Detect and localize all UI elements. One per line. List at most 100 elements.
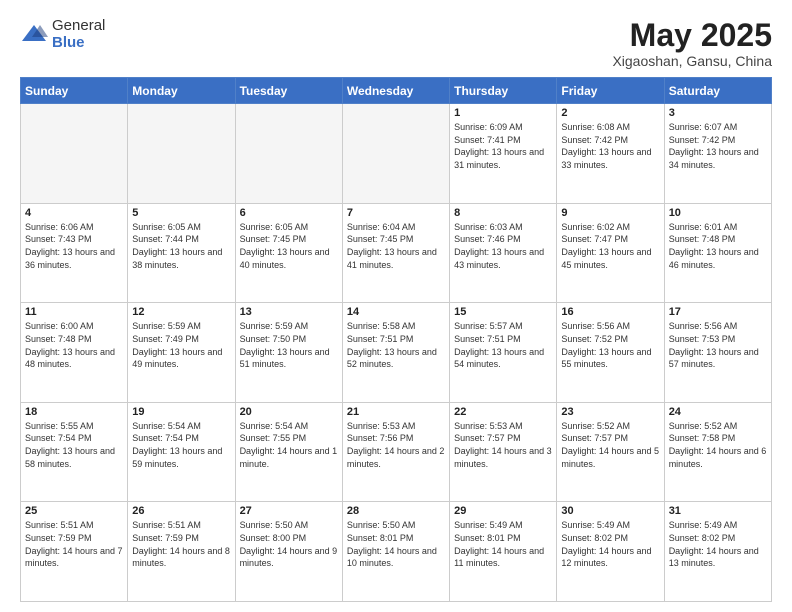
day-number: 15 [454,306,552,318]
table-row: 7 Sunrise: 6:04 AM Sunset: 7:45 PM Daylig… [342,203,449,303]
day-info: Sunrise: 5:54 AM Sunset: 7:55 PM Dayligh… [240,420,338,470]
table-row: 9 Sunrise: 6:02 AM Sunset: 7:47 PM Daylig… [557,203,664,303]
day-info: Sunrise: 5:51 AM Sunset: 7:59 PM Dayligh… [132,519,230,569]
col-wednesday: Wednesday [342,78,449,104]
day-info: Sunrise: 5:54 AM Sunset: 7:54 PM Dayligh… [132,420,230,470]
day-number: 27 [240,505,338,517]
day-number: 20 [240,406,338,418]
day-number: 1 [454,107,552,119]
table-row: 6 Sunrise: 6:05 AM Sunset: 7:45 PM Daylig… [235,203,342,303]
day-info: Sunrise: 5:49 AM Sunset: 8:01 PM Dayligh… [454,519,552,569]
day-number: 7 [347,207,445,219]
day-info: Sunrise: 6:06 AM Sunset: 7:43 PM Dayligh… [25,221,123,271]
table-row: 24 Sunrise: 5:52 AM Sunset: 7:58 PM Dayli… [664,402,771,502]
day-number: 11 [25,306,123,318]
table-row: 26 Sunrise: 5:51 AM Sunset: 7:59 PM Dayli… [128,502,235,602]
day-info: Sunrise: 5:52 AM Sunset: 7:57 PM Dayligh… [561,420,659,470]
logo-text: General Blue [52,18,105,51]
day-info: Sunrise: 6:04 AM Sunset: 7:45 PM Dayligh… [347,221,445,271]
logo-icon [20,21,48,49]
day-number: 31 [669,505,767,517]
day-number: 14 [347,306,445,318]
day-number: 3 [669,107,767,119]
day-number: 26 [132,505,230,517]
day-info: Sunrise: 5:56 AM Sunset: 7:53 PM Dayligh… [669,320,767,370]
day-number: 6 [240,207,338,219]
logo-blue-text: Blue [52,35,105,52]
col-tuesday: Tuesday [235,78,342,104]
day-info: Sunrise: 5:58 AM Sunset: 7:51 PM Dayligh… [347,320,445,370]
day-number: 22 [454,406,552,418]
table-row: 25Sunrise: 5:51 AM Sunset: 7:59 PM Dayli… [21,502,128,602]
day-info: Sunrise: 6:07 AM Sunset: 7:42 PM Dayligh… [669,121,767,171]
table-row: 10Sunrise: 6:01 AM Sunset: 7:48 PM Dayli… [664,203,771,303]
table-row [342,104,449,204]
day-info: Sunrise: 5:49 AM Sunset: 8:02 PM Dayligh… [669,519,767,569]
table-row: 13 Sunrise: 5:59 AM Sunset: 7:50 PM Dayli… [235,303,342,403]
day-number: 5 [132,207,230,219]
table-row [235,104,342,204]
day-info: Sunrise: 6:03 AM Sunset: 7:46 PM Dayligh… [454,221,552,271]
table-row: 22 Sunrise: 5:53 AM Sunset: 7:57 PM Dayli… [450,402,557,502]
day-info: Sunrise: 5:59 AM Sunset: 7:49 PM Dayligh… [132,320,230,370]
table-row: 28 Sunrise: 5:50 AM Sunset: 8:01 PM Dayli… [342,502,449,602]
day-info: Sunrise: 5:57 AM Sunset: 7:51 PM Dayligh… [454,320,552,370]
col-friday: Friday [557,78,664,104]
table-row: 16 Sunrise: 5:56 AM Sunset: 7:52 PM Dayli… [557,303,664,403]
title-area: May 2025 Xigaoshan, Gansu, China [612,18,772,69]
table-row: 17 Sunrise: 5:56 AM Sunset: 7:53 PM Dayli… [664,303,771,403]
day-number: 17 [669,306,767,318]
table-row: 29 Sunrise: 5:49 AM Sunset: 8:01 PM Dayli… [450,502,557,602]
location-subtitle: Xigaoshan, Gansu, China [612,53,772,69]
table-row: 12 Sunrise: 5:59 AM Sunset: 7:49 PM Dayli… [128,303,235,403]
table-row: 30 Sunrise: 5:49 AM Sunset: 8:02 PM Dayli… [557,502,664,602]
table-row: 4Sunrise: 6:06 AM Sunset: 7:43 PM Daylig… [21,203,128,303]
day-info: Sunrise: 5:52 AM Sunset: 7:58 PM Dayligh… [669,420,767,470]
table-row: 8Sunrise: 6:03 AM Sunset: 7:46 PM Daylig… [450,203,557,303]
header: General Blue May 2025 Xigaoshan, Gansu, … [20,18,772,69]
day-info: Sunrise: 6:05 AM Sunset: 7:44 PM Dayligh… [132,221,230,271]
logo-general-text: General [52,18,105,35]
day-info: Sunrise: 5:56 AM Sunset: 7:52 PM Dayligh… [561,320,659,370]
col-thursday: Thursday [450,78,557,104]
table-row: 20 Sunrise: 5:54 AM Sunset: 7:55 PM Dayli… [235,402,342,502]
day-number: 25 [25,505,123,517]
table-row: 1 Sunrise: 6:09 AM Sunset: 7:41 PM Daylig… [450,104,557,204]
table-row: 31 Sunrise: 5:49 AM Sunset: 8:02 PM Dayli… [664,502,771,602]
day-number: 30 [561,505,659,517]
day-number: 28 [347,505,445,517]
col-sunday: Sunday [21,78,128,104]
calendar-table: Sunday Monday Tuesday Wednesday Thursday… [20,77,772,602]
day-info: Sunrise: 5:50 AM Sunset: 8:01 PM Dayligh… [347,519,445,569]
day-info: Sunrise: 5:53 AM Sunset: 7:57 PM Dayligh… [454,420,552,470]
table-row: 2Sunrise: 6:08 AM Sunset: 7:42 PM Daylig… [557,104,664,204]
calendar-week-row: 18Sunrise: 5:55 AM Sunset: 7:54 PM Dayli… [21,402,772,502]
calendar-week-row: 25 Sunrise: 5:51 AM Sunset: 7:59 PM Dayli… [21,502,772,602]
table-row: 14 Sunrise: 5:58 AM Sunset: 7:51 PM Dayli… [342,303,449,403]
calendar-week-row: 11Sunrise: 6:00 AM Sunset: 7:48 PM Dayli… [21,303,772,403]
day-number: 21 [347,406,445,418]
day-info: Sunrise: 6:08 AM Sunset: 7:42 PM Dayligh… [561,121,659,171]
day-number: 13 [240,306,338,318]
table-row [21,104,128,204]
month-title: May 2025 [612,18,772,53]
day-number: 24 [669,406,767,418]
day-info: Sunrise: 6:09 AM Sunset: 7:41 PM Dayligh… [454,121,552,171]
table-row: 5 Sunrise: 6:05 AM Sunset: 7:44 PM Daylig… [128,203,235,303]
table-row: 18Sunrise: 5:55 AM Sunset: 7:54 PM Dayli… [21,402,128,502]
day-number: 9 [561,207,659,219]
day-number: 29 [454,505,552,517]
day-info: Sunrise: 5:50 AM Sunset: 8:00 PM Dayligh… [240,519,338,569]
day-info: Sunrise: 5:49 AM Sunset: 8:02 PM Dayligh… [561,519,659,569]
day-info: Sunrise: 5:59 AM Sunset: 7:50 PM Dayligh… [240,320,338,370]
day-info: Sunrise: 6:02 AM Sunset: 7:47 PM Dayligh… [561,221,659,271]
day-info: Sunrise: 6:05 AM Sunset: 7:45 PM Dayligh… [240,221,338,271]
day-number: 23 [561,406,659,418]
calendar-header-row: Sunday Monday Tuesday Wednesday Thursday… [21,78,772,104]
day-number: 12 [132,306,230,318]
calendar-week-row: 1 Sunrise: 6:09 AM Sunset: 7:41 PM Daylig… [21,104,772,204]
logo: General Blue [20,18,105,51]
col-saturday: Saturday [664,78,771,104]
table-row: 19Sunrise: 5:54 AM Sunset: 7:54 PM Dayli… [128,402,235,502]
day-number: 16 [561,306,659,318]
